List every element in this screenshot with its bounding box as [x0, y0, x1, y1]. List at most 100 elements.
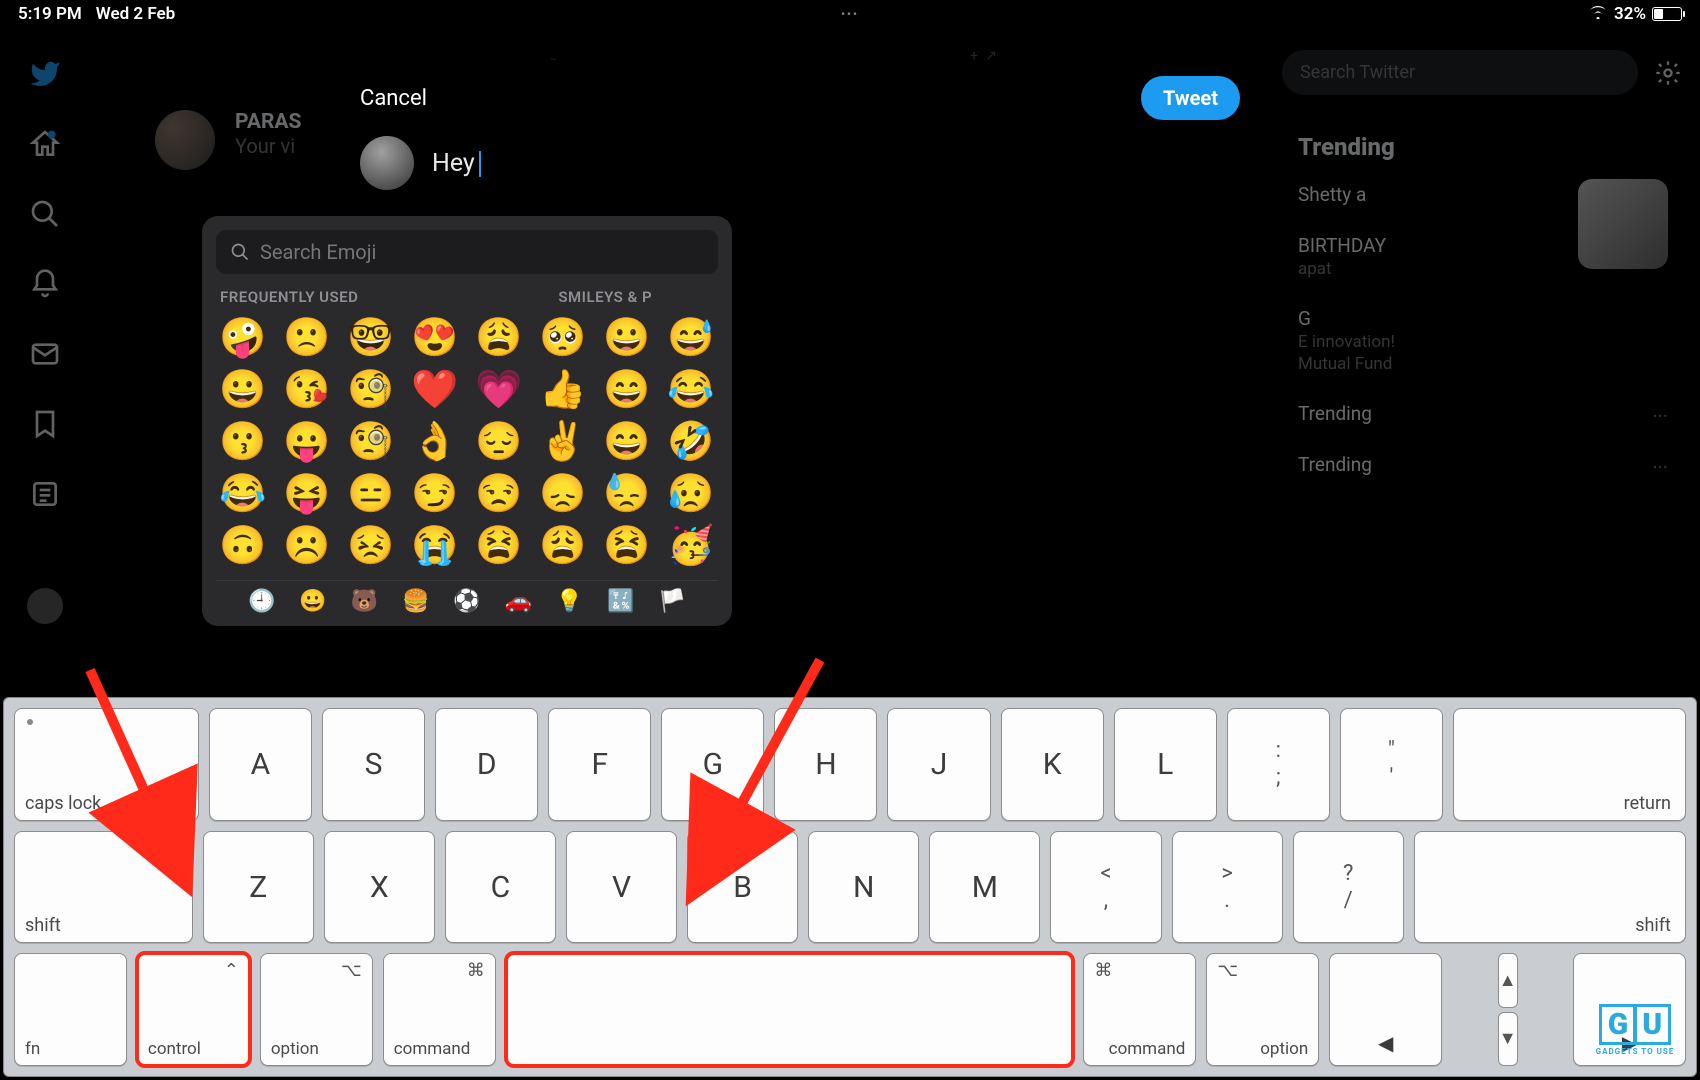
key-shift-left[interactable]: shift — [14, 831, 193, 944]
emoji-cell[interactable]: 👍 — [536, 368, 590, 412]
key-n[interactable]: N — [808, 831, 919, 944]
key-v[interactable]: V — [566, 831, 677, 944]
key-command-right[interactable]: ⌘command — [1083, 953, 1196, 1066]
trend-row[interactable]: G E innovation! Mutual Fund — [1282, 293, 1682, 388]
key-option-left[interactable]: ⌥option — [260, 953, 373, 1066]
emoji-cell[interactable]: 🙃 — [216, 524, 270, 568]
emoji-cell[interactable]: 🤣 — [664, 420, 718, 464]
emoji-cell[interactable]: 😀 — [600, 316, 654, 360]
bookmark-icon[interactable] — [29, 408, 61, 440]
emoji-tab[interactable]: ⚽ — [453, 589, 480, 614]
emoji-tab[interactable]: 🏳️ — [659, 589, 686, 614]
cancel-button[interactable]: Cancel — [360, 86, 427, 111]
emoji-cell[interactable]: 😞 — [536, 472, 590, 516]
key-g[interactable]: G — [661, 708, 764, 821]
emoji-cell[interactable]: 😭 — [408, 524, 462, 568]
trend-row[interactable]: Shetty a — [1282, 169, 1682, 220]
emoji-cell[interactable]: 🙁 — [280, 316, 334, 360]
key-command-left[interactable]: ⌘command — [383, 953, 496, 1066]
emoji-cell[interactable]: ❤️ — [408, 368, 462, 412]
emoji-cell[interactable]: ☹️ — [280, 524, 334, 568]
key-fn[interactable]: fn — [14, 953, 127, 1066]
emoji-cell[interactable]: 🥳 — [664, 524, 718, 568]
emoji-search-field[interactable] — [216, 230, 718, 274]
emoji-cell[interactable]: 😏 — [408, 472, 462, 516]
emoji-tab[interactable]: 🐻 — [351, 589, 378, 614]
key-c[interactable]: C — [445, 831, 556, 944]
emoji-cell[interactable]: 😘 — [280, 368, 334, 412]
emoji-tab[interactable]: 🔣 — [607, 589, 634, 614]
key-f[interactable]: F — [548, 708, 651, 821]
emoji-cell[interactable]: 🤓 — [344, 316, 398, 360]
key-j[interactable]: J — [887, 708, 990, 821]
key-arrow-left[interactable]: ◀ — [1329, 953, 1442, 1066]
key-d[interactable]: D — [435, 708, 538, 821]
key-punct[interactable]: "' — [1340, 708, 1443, 821]
key-s[interactable]: S — [322, 708, 425, 821]
emoji-cell[interactable]: 😅 — [664, 316, 718, 360]
key-control[interactable]: ⌃control — [137, 953, 250, 1066]
tweet-button[interactable]: Tweet — [1141, 76, 1240, 120]
more-dots-icon[interactable]: ··· — [1652, 455, 1668, 479]
multitask-dots[interactable]: ••• — [841, 8, 859, 21]
emoji-tab[interactable]: 🚗 — [505, 589, 532, 614]
emoji-cell[interactable]: 😣 — [344, 524, 398, 568]
key-m[interactable]: M — [929, 831, 1040, 944]
trend-row[interactable]: BIRTHDAY apat — [1282, 220, 1682, 293]
emoji-cell[interactable]: 😫 — [600, 524, 654, 568]
emoji-cell[interactable]: 😫 — [472, 524, 526, 568]
key-space[interactable] — [506, 953, 1074, 1066]
search-twitter-input[interactable]: Search Twitter — [1282, 50, 1638, 95]
key-a[interactable]: A — [209, 708, 312, 821]
emoji-cell[interactable]: 😩 — [472, 316, 526, 360]
emoji-tab[interactable]: 💡 — [556, 589, 583, 614]
emoji-tab[interactable]: 🕘 — [248, 589, 275, 614]
emoji-search-input[interactable] — [260, 240, 704, 264]
more-dots-icon[interactable]: ··· — [1652, 404, 1668, 428]
emoji-cell[interactable]: 😍 — [408, 316, 462, 360]
emoji-cell[interactable]: 😩 — [536, 524, 590, 568]
key-punct[interactable]: >. — [1172, 831, 1283, 944]
emoji-cell[interactable]: 😝 — [280, 472, 334, 516]
lists-icon[interactable] — [29, 478, 61, 510]
home-icon[interactable] — [29, 128, 61, 160]
emoji-cell[interactable]: 😂 — [664, 368, 718, 412]
key-h[interactable]: H — [774, 708, 877, 821]
emoji-cell[interactable]: 😂 — [216, 472, 270, 516]
emoji-cell[interactable]: 😛 — [280, 420, 334, 464]
key-punct[interactable]: ?/ — [1293, 831, 1404, 944]
profile-avatar[interactable] — [27, 588, 63, 624]
emoji-cell[interactable]: 😓 — [600, 472, 654, 516]
emoji-cell[interactable]: 😔 — [472, 420, 526, 464]
key-b[interactable]: B — [687, 831, 798, 944]
emoji-cell[interactable]: 😄 — [600, 368, 654, 412]
emoji-cell[interactable]: 😄 — [600, 420, 654, 464]
emoji-cell[interactable]: 💗 — [472, 368, 526, 412]
key-z[interactable]: Z — [203, 831, 314, 944]
twitter-logo-icon[interactable] — [29, 58, 61, 90]
key-punct[interactable]: <, — [1050, 831, 1161, 944]
key-k[interactable]: K — [1001, 708, 1104, 821]
emoji-cell[interactable]: 🧐 — [344, 420, 398, 464]
emoji-cell[interactable]: 😑 — [344, 472, 398, 516]
key-arrow-up[interactable]: ▲ — [1498, 953, 1518, 1007]
emoji-cell[interactable]: 😥 — [664, 472, 718, 516]
key-punct[interactable]: :; — [1227, 708, 1330, 821]
emoji-cell[interactable]: 🧐 — [344, 368, 398, 412]
emoji-tab[interactable]: 😀 — [299, 589, 326, 614]
gear-icon[interactable] — [1654, 59, 1682, 87]
key-option-right[interactable]: ⌥option — [1206, 953, 1319, 1066]
key-arrow-down[interactable]: ▼ — [1498, 1012, 1518, 1066]
key-caps-lock[interactable]: caps lock — [14, 708, 199, 821]
mail-icon[interactable] — [29, 338, 61, 370]
bell-icon[interactable] — [29, 268, 61, 300]
emoji-cell[interactable]: 🤪 — [216, 316, 270, 360]
compose-text-input[interactable]: Hey — [432, 149, 481, 178]
trend-row[interactable]: Trending ··· — [1282, 439, 1682, 490]
emoji-cell[interactable]: 😒 — [472, 472, 526, 516]
emoji-cell[interactable]: 😀 — [216, 368, 270, 412]
key-return[interactable]: return — [1453, 708, 1686, 821]
emoji-cell[interactable]: 🥺 — [536, 316, 590, 360]
trend-row[interactable]: Trending ··· — [1282, 388, 1682, 439]
key-l[interactable]: L — [1114, 708, 1217, 821]
